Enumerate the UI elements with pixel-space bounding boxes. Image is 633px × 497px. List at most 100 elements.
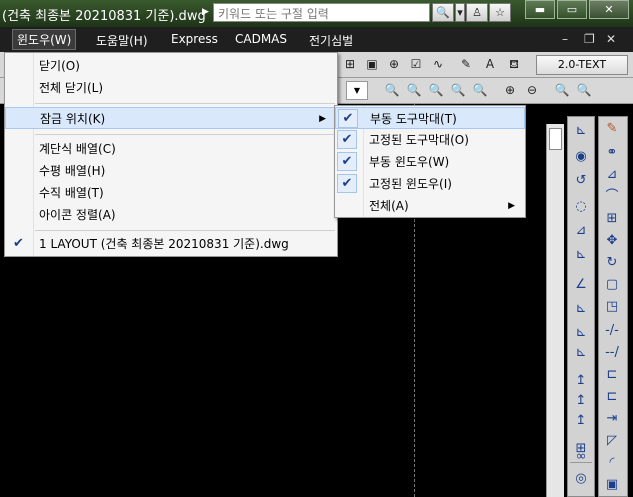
- style-icon[interactable]: ⛾: [504, 55, 524, 74]
- menu-item-tile-vertical[interactable]: 수직 배열(T): [5, 182, 337, 204]
- dimension-toolbar: ⊾ ◉ ↺ ◌ ⊿ ⊾ ∠ ⊾ ⊾ ⊾ ↥ ↥ ↥ ⊞ ∞ ◎: [567, 116, 595, 497]
- linked-circles-icon[interactable]: ∞: [571, 447, 591, 467]
- window-menu: 닫기(O) 전체 닫기(L) 잠금 위치(K) ▶ 계단식 배열(C) 수평 배…: [4, 52, 338, 257]
- text-style-select[interactable]: 2.0-TEXT: [536, 55, 628, 75]
- minimize-button[interactable]: ▬: [525, 0, 555, 19]
- menu-item-label: 잠금 위치(K): [40, 112, 106, 126]
- modify-toolbar: ✎ ⚭ ⊿ ⌒ ⊞ ✥ ↻ ▢ ◳ -/- --/ ⊏ ⊏ ⇥ ◸ ◜ ▣: [598, 116, 628, 497]
- submenu-item-floating-windows[interactable]: ✔ 부동 윈도우(W): [335, 151, 525, 173]
- array-icon[interactable]: ⊞: [602, 209, 622, 229]
- menu-item-lock-location[interactable]: 잠금 위치(K) ▶: [5, 107, 337, 129]
- search-tools: 🔍 ▾ ♙ ☆: [432, 3, 511, 22]
- user-icon[interactable]: ♙: [466, 3, 488, 22]
- menu-window[interactable]: 윈도우(W): [12, 29, 77, 50]
- lock-location-submenu: ✔ 부동 도구막대(T) ✔ 고정된 도구막대(O) ✔ 부동 윈도우(W) ✔…: [334, 105, 526, 218]
- zoom-realtime-icon[interactable]: 🔍: [382, 81, 402, 100]
- zoom-center-icon[interactable]: 🔍: [470, 81, 490, 100]
- vertical-scrollbar[interactable]: [546, 124, 564, 497]
- copy-icon[interactable]: ⚭: [602, 143, 622, 163]
- menu-item-arrange-icons[interactable]: 아이콘 정렬(A): [5, 204, 337, 226]
- ordinate-icon[interactable]: ◌: [571, 197, 591, 217]
- center-mark-icon[interactable]: ↥: [571, 391, 591, 411]
- tolerance-icon[interactable]: ↥: [571, 371, 591, 391]
- menu-cadmas[interactable]: CADMAS: [231, 31, 291, 47]
- wave-icon[interactable]: ∿: [428, 55, 448, 74]
- menu-help[interactable]: 도움말(H): [92, 31, 152, 50]
- explode-icon[interactable]: ◜: [602, 453, 622, 473]
- check-icon: ✔: [13, 236, 24, 251]
- mirror-icon[interactable]: ⊿: [602, 165, 622, 185]
- extend-icon[interactable]: --/: [602, 343, 622, 363]
- join-icon[interactable]: ⊏: [602, 387, 622, 407]
- zoom-extents-icon[interactable]: 🔍: [574, 81, 594, 100]
- submenu-item-docked-toolbars[interactable]: ✔ 고정된 도구막대(O): [335, 129, 525, 151]
- menu-item-cascade[interactable]: 계단식 배열(C): [5, 138, 337, 160]
- search-input[interactable]: 키워드 또는 구절 입력: [213, 3, 430, 22]
- check-icon: ✔: [338, 109, 358, 128]
- combo-dropdown-icon[interactable]: ▼: [346, 81, 368, 100]
- zoom-scale-icon[interactable]: 🔍: [448, 81, 468, 100]
- doc-close-button[interactable]: ✕: [606, 32, 616, 46]
- zoom-window-icon[interactable]: 🔍: [404, 81, 424, 100]
- star-icon[interactable]: ☆: [489, 3, 511, 22]
- fillet-icon[interactable]: ◸: [602, 431, 622, 451]
- rotate-icon[interactable]: ↻: [602, 253, 622, 273]
- tool-icon[interactable]: ⊞: [340, 55, 360, 74]
- menu-item-open-document[interactable]: ✔ 1 LAYOUT (건축 최종본 20210831 기준).dwg: [5, 233, 337, 255]
- baseline-icon[interactable]: ⊾: [571, 323, 591, 343]
- zoom-dynamic-icon[interactable]: 🔍: [426, 81, 446, 100]
- menu-separator: [35, 230, 335, 231]
- check-icon: ✔: [337, 130, 357, 149]
- break-icon[interactable]: ⊏: [602, 365, 622, 385]
- doc-minimize-button[interactable]: –: [562, 32, 568, 46]
- linear-dimension-icon[interactable]: ⊾: [571, 121, 591, 141]
- submenu-item-floating-toolbars[interactable]: ✔ 부동 도구막대(T): [335, 107, 525, 129]
- menu-item-label: 전체(A): [369, 199, 409, 213]
- submenu-arrow-icon: ▶: [319, 114, 326, 124]
- erase-icon[interactable]: ✎: [602, 119, 622, 139]
- offset-icon[interactable]: ⌒: [602, 187, 622, 207]
- submenu-item-docked-windows[interactable]: ✔ 고정된 윈도우(I): [335, 173, 525, 195]
- continue-icon[interactable]: ⊾: [571, 343, 591, 363]
- scale-icon[interactable]: ▢: [602, 275, 622, 295]
- chamfer-icon[interactable]: ⇥: [602, 409, 622, 429]
- stretch-icon[interactable]: ◳: [602, 297, 622, 317]
- title-bar: (건축 최종본 20210831 기준).dwg ▶ 키워드 또는 구절 입력 …: [0, 0, 633, 27]
- move-icon[interactable]: ✥: [602, 231, 622, 251]
- close-button[interactable]: ✕: [589, 0, 629, 19]
- scrollbar-thumb[interactable]: [549, 128, 562, 150]
- angular-icon[interactable]: ∠: [571, 275, 591, 295]
- menu-express[interactable]: Express: [167, 31, 222, 47]
- diameter-icon[interactable]: ⊾: [571, 245, 591, 265]
- window-controls: ▬ ▭ ✕: [525, 0, 629, 19]
- menu-item-close-all[interactable]: 전체 닫기(L): [5, 77, 337, 99]
- jogged-icon[interactable]: ↥: [571, 411, 591, 431]
- quick-dimension-icon[interactable]: ⊾: [571, 299, 591, 319]
- menu-item-tile-horizontal[interactable]: 수평 배열(H): [5, 160, 337, 182]
- menu-electric-symbols[interactable]: 전기심벌: [305, 31, 357, 50]
- ellipse-icon[interactable]: ◎: [571, 469, 591, 489]
- doc-restore-button[interactable]: ❐: [584, 32, 595, 46]
- dropdown-icon[interactable]: ▾: [455, 3, 465, 22]
- text-icon[interactable]: A: [480, 55, 500, 74]
- zoom-out-icon[interactable]: ⊖: [522, 81, 542, 100]
- menu-item-close[interactable]: 닫기(O): [5, 55, 337, 77]
- menu-item-label: 1 LAYOUT (건축 최종본 20210831 기준).dwg: [39, 237, 289, 251]
- arc-length-icon[interactable]: ↺: [571, 171, 591, 191]
- zoom-in-icon[interactable]: ⊕: [500, 81, 520, 100]
- radius-icon[interactable]: ⊿: [571, 221, 591, 241]
- check-icon[interactable]: ☑: [406, 55, 426, 74]
- aligned-dimension-icon[interactable]: ◉: [571, 147, 591, 167]
- submenu-item-all[interactable]: 전체(A) ▶: [335, 195, 525, 217]
- maximize-button[interactable]: ▭: [557, 0, 587, 19]
- properties-icon[interactable]: ▣: [602, 475, 622, 495]
- play-arrow-icon[interactable]: ▶: [202, 7, 209, 17]
- trim-icon[interactable]: -/-: [602, 321, 622, 341]
- point-icon[interactable]: ⊕: [384, 55, 404, 74]
- menu-separator: [35, 103, 335, 104]
- search-icon[interactable]: 🔍: [432, 3, 454, 22]
- edit-icon[interactable]: ✎: [456, 55, 476, 74]
- insert-block-icon[interactable]: ▣: [362, 55, 382, 74]
- zoom-all-icon[interactable]: 🔍: [552, 81, 572, 100]
- document-title: (건축 최종본 20210831 기준).dwg: [2, 9, 206, 24]
